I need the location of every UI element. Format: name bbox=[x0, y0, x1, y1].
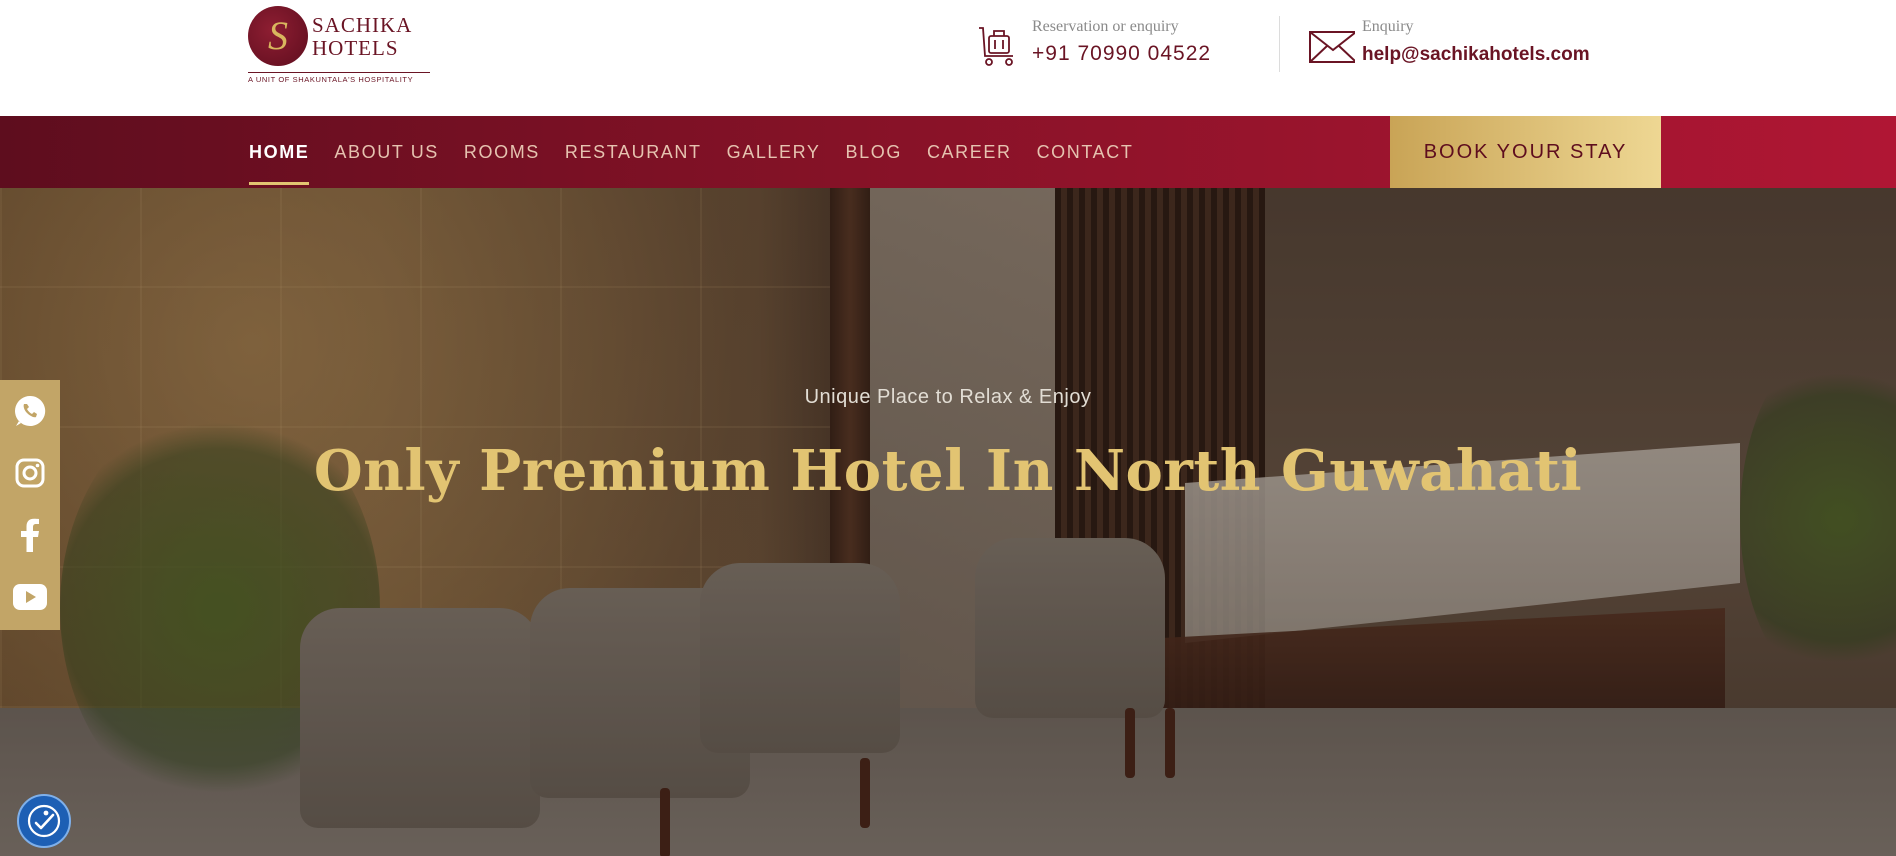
hero-overlay bbox=[0, 188, 1896, 856]
whatsapp-icon bbox=[14, 395, 46, 426]
nav-item-rooms[interactable]: ROOMS bbox=[464, 116, 540, 188]
logo[interactable]: S SACHIKA HOTELS A UNIT OF SHAKUNTALA'S … bbox=[248, 6, 430, 84]
phone-number[interactable]: +91 70990 04522 bbox=[1032, 42, 1211, 66]
phone-label: Reservation or enquiry bbox=[1032, 18, 1179, 35]
book-your-stay-button[interactable]: BOOK YOUR STAY bbox=[1390, 116, 1661, 188]
accessibility-icon bbox=[27, 804, 61, 838]
main-nav: HOME ABOUT US ROOMS RESTAURANT GALLERY B… bbox=[0, 116, 1896, 188]
logo-text: SACHIKA HOTELS bbox=[312, 14, 412, 60]
nav-item-about-us[interactable]: ABOUT US bbox=[334, 116, 439, 188]
top-header: S SACHIKA HOTELS A UNIT OF SHAKUNTALA'S … bbox=[0, 0, 1896, 116]
youtube-button[interactable] bbox=[0, 566, 60, 628]
phone-contact[interactable]: Reservation or enquiry +91 70990 04522 bbox=[975, 18, 1275, 74]
logo-letter: S bbox=[268, 13, 288, 58]
hero-subtitle: Unique Place to Relax & Enjoy bbox=[804, 386, 1092, 408]
nav-item-contact[interactable]: CONTACT bbox=[1037, 116, 1134, 188]
facebook-button[interactable] bbox=[0, 504, 60, 566]
logo-tagline: A UNIT OF SHAKUNTALA'S HOSPITALITY bbox=[248, 72, 430, 84]
nav-item-home[interactable]: HOME bbox=[249, 116, 310, 188]
nav-item-career[interactable]: CAREER bbox=[927, 116, 1012, 188]
instagram-icon bbox=[15, 458, 45, 488]
whatsapp-button[interactable] bbox=[0, 380, 60, 442]
header-divider bbox=[1279, 16, 1280, 72]
facebook-icon bbox=[21, 518, 39, 552]
logo-name-line1: SACHIKA bbox=[312, 13, 413, 37]
nav-item-restaurant[interactable]: RESTAURANT bbox=[565, 116, 702, 188]
accessibility-button[interactable] bbox=[17, 794, 71, 848]
luggage-trolley-icon bbox=[979, 27, 1013, 66]
envelope-icon bbox=[1309, 31, 1355, 63]
nav-item-gallery[interactable]: GALLERY bbox=[727, 116, 821, 188]
logo-name-line2: HOTELS bbox=[312, 36, 399, 60]
hero-title: Only Premium Hotel In North Guwahati bbox=[313, 438, 1583, 504]
logo-emblem: S bbox=[248, 6, 308, 66]
email-address[interactable]: help@sachikahotels.com bbox=[1362, 44, 1590, 66]
nav-menu: HOME ABOUT US ROOMS RESTAURANT GALLERY B… bbox=[249, 116, 1158, 188]
email-contact[interactable]: Enquiry help@sachikahotels.com bbox=[1305, 18, 1625, 74]
youtube-icon bbox=[13, 584, 47, 610]
hero-banner: Unique Place to Relax & Enjoy Only Premi… bbox=[0, 188, 1896, 856]
nav-item-blog[interactable]: BLOG bbox=[846, 116, 902, 188]
email-label: Enquiry bbox=[1362, 18, 1414, 35]
social-sidebar bbox=[0, 380, 60, 630]
instagram-button[interactable] bbox=[0, 442, 60, 504]
